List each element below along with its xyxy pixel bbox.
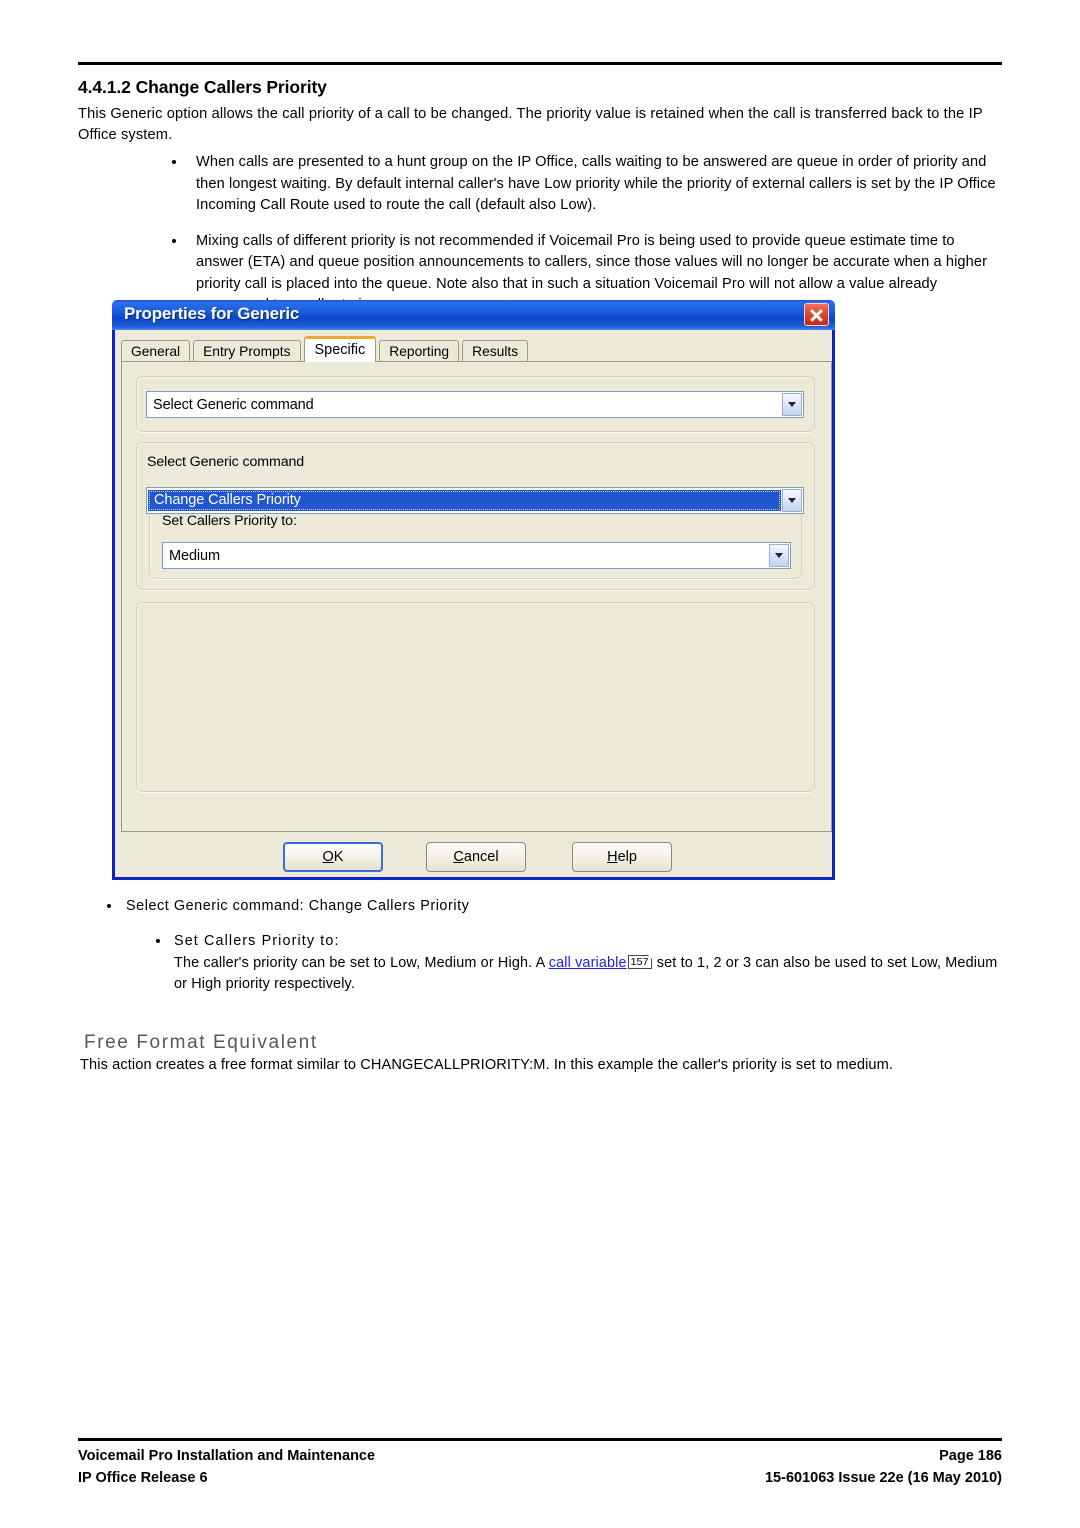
note-item-command-text: Select Generic command: Change Callers P… — [126, 898, 470, 914]
dialog-button-row: OK Cancel Help — [121, 842, 832, 874]
free-format-heading: Free Format Equivalent — [84, 1032, 318, 1053]
note-item-priority-body: The caller's priority can be set to Low,… — [174, 953, 1009, 996]
close-icon[interactable] — [804, 303, 829, 326]
properties-dialog: Properties for Generic General Entry Pro… — [112, 300, 835, 880]
footer-doc-title: Voicemail Pro Installation and Maintenan… — [78, 1448, 376, 1464]
chevron-down-icon[interactable] — [769, 544, 789, 567]
command-detail-group: Select Generic command Set Callers Prior… — [136, 442, 815, 590]
cancel-button[interactable]: Cancel — [426, 842, 526, 872]
footer-rule — [78, 1438, 1002, 1441]
bullet-dot-icon — [156, 939, 160, 943]
ok-button-label: K — [333, 849, 344, 865]
tab-bar: General Entry Prompts Specific Reporting… — [121, 336, 531, 362]
page-title: 4.4.1.2 Change Callers Priority — [78, 77, 327, 97]
note-item-priority-heading: Set Callers Priority to: — [174, 933, 340, 949]
tab-general[interactable]: General — [121, 340, 191, 362]
tab-entry-prompts[interactable]: Entry Prompts — [193, 340, 301, 362]
priority-combo-value: Medium — [169, 547, 220, 564]
command-group-label: Select Generic command — [147, 454, 305, 470]
help-button-accel: H — [607, 849, 618, 865]
footer-issue: 15-601063 Issue 22e (16 May 2010) — [764, 1470, 1002, 1486]
bullet-dot-icon — [107, 904, 111, 908]
footer-release: IP Office Release 6 — [78, 1470, 208, 1486]
ok-button-accel: O — [322, 849, 334, 865]
generic-command-combo-top-value: Select Generic command — [153, 396, 314, 413]
cancel-button-label: ancel — [463, 849, 499, 865]
list-item-text: When calls are presented to a hunt group… — [196, 154, 996, 213]
tab-results[interactable]: Results — [462, 340, 529, 362]
chevron-down-icon[interactable] — [782, 393, 802, 416]
cancel-button-accel: C — [453, 849, 464, 865]
ok-button[interactable]: OK — [283, 842, 383, 872]
dialog-body: General Entry Prompts Specific Reporting… — [115, 330, 832, 877]
priority-label: Set Callers Priority to: — [162, 513, 297, 529]
tab-page-specific: Select Generic command Select Generic co… — [121, 362, 832, 832]
generic-command-combo-top[interactable]: Select Generic command — [146, 391, 804, 418]
generic-command-combo[interactable]: Change Callers Priority — [146, 487, 804, 514]
priority-combo[interactable]: Medium — [162, 542, 791, 569]
page-footer: Voicemail Pro Installation and Maintenan… — [78, 1445, 1002, 1489]
note-item-priority: Set Callers Priority to: The caller's pr… — [156, 931, 1009, 996]
footer-row-top: Voicemail Pro Installation and Maintenan… — [78, 1445, 1002, 1467]
document-page: 4.4.1.2 Change Callers Priority This Gen… — [0, 0, 1080, 1528]
footer-page-number: Page 186 — [939, 1448, 1002, 1464]
dialog-title-bar[interactable]: Properties for Generic — [112, 300, 835, 330]
list-item: When calls are presented to a hunt group… — [166, 152, 1006, 217]
notes-list: Select Generic command: Change Callers P… — [104, 896, 1009, 996]
note-item-command: Select Generic command: Change Callers P… — [104, 896, 1009, 917]
dialog-title-text: Properties for Generic — [124, 304, 300, 323]
help-button[interactable]: Help — [572, 842, 672, 872]
note-text-before-link: The caller's priority can be set to Low,… — [174, 954, 549, 971]
chevron-down-icon[interactable] — [782, 489, 802, 512]
header-rule — [78, 62, 1002, 65]
empty-options-group — [136, 602, 815, 792]
help-button-label: elp — [617, 849, 637, 865]
page-reference-badge[interactable]: 157 — [627, 954, 652, 969]
bullet-dot-icon — [172, 238, 176, 243]
intro-paragraph: This Generic option allows the call prio… — [78, 106, 983, 143]
tab-specific[interactable]: Specific — [303, 336, 377, 362]
free-format-paragraph: This action creates a free format simila… — [80, 1057, 894, 1073]
tab-reporting[interactable]: Reporting — [379, 340, 460, 362]
bullet-dot-icon — [172, 160, 176, 164]
call-variable-link[interactable]: call variable — [549, 955, 627, 971]
footer-row-bottom: IP Office Release 6 15-601063 Issue 22e … — [78, 1467, 1002, 1489]
generic-command-combo-value: Change Callers Priority — [148, 490, 781, 511]
